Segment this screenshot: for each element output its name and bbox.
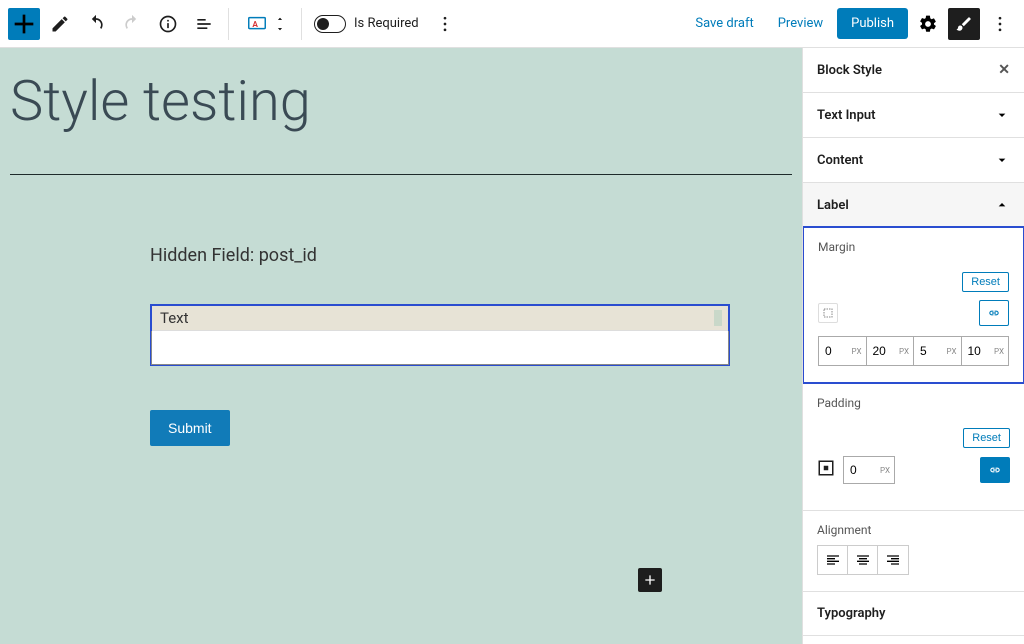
align-right-button[interactable]	[878, 546, 908, 574]
undo-button[interactable]	[80, 8, 112, 40]
text-input-block[interactable]: Text	[150, 304, 730, 366]
margin-panel-body: Margin Reset PX PX PX PX	[802, 226, 1024, 384]
sidebar-header: Block Style ✕	[803, 48, 1024, 93]
margin-reset-button[interactable]: Reset	[962, 272, 1009, 292]
box-model-icon	[817, 459, 835, 481]
more-options-icon[interactable]	[429, 8, 461, 40]
alignment-buttons	[817, 545, 909, 575]
panel-label-section[interactable]: Label	[803, 183, 1024, 227]
link-values-button[interactable]	[980, 457, 1010, 483]
align-left-button[interactable]	[818, 546, 848, 574]
settings-icon[interactable]	[912, 8, 944, 40]
toolbar-separator	[301, 8, 302, 40]
alignment-label: Alignment	[817, 523, 1010, 537]
publish-button[interactable]: Publish	[837, 8, 908, 39]
text-input-label[interactable]: Text	[152, 306, 728, 331]
panel-label: Text Input	[817, 108, 876, 123]
margin-label: Margin	[818, 240, 1009, 254]
panel-content[interactable]: Content	[803, 138, 1024, 182]
sidebar-title: Block Style	[817, 63, 882, 78]
panel-label: Typography	[817, 606, 886, 621]
move-up-down[interactable]	[273, 14, 287, 34]
margin-values-row: PX PX PX PX	[818, 336, 1009, 366]
panel-label: Content	[817, 153, 863, 168]
top-toolbar: A Is Required Save draft Preview Publish	[0, 0, 1024, 48]
hidden-field-label[interactable]: Hidden Field: post_id	[150, 245, 730, 266]
padding-panel-body: Padding Reset PX	[803, 384, 1024, 510]
add-block-button[interactable]	[8, 8, 40, 40]
chevron-up-icon	[994, 197, 1010, 213]
panel-label: Label	[817, 198, 849, 213]
margin-bottom-input[interactable]	[914, 344, 961, 358]
save-draft-button[interactable]: Save draft	[685, 10, 763, 37]
kebab-menu-icon[interactable]	[984, 8, 1016, 40]
panel-text-input[interactable]: Text Input	[803, 93, 1024, 137]
chevron-down-icon	[994, 152, 1010, 168]
text-input-field[interactable]	[151, 331, 729, 365]
margin-left-input[interactable]	[962, 344, 1009, 358]
chevron-down-icon	[994, 107, 1010, 123]
block-type-icon[interactable]: A	[243, 10, 271, 38]
submit-button[interactable]: Submit	[150, 410, 230, 446]
padding-label: Padding	[817, 396, 1010, 410]
box-model-icon	[818, 303, 838, 323]
settings-sidebar: Block Style ✕ Text Input Content Label M…	[802, 48, 1024, 644]
add-block-inline-button[interactable]	[638, 568, 662, 592]
info-icon[interactable]	[152, 8, 184, 40]
separator	[10, 174, 792, 175]
preview-button[interactable]: Preview	[768, 10, 833, 37]
panel-typography[interactable]: Typography	[803, 592, 1024, 635]
margin-right-input[interactable]	[867, 344, 914, 358]
is-required-toggle[interactable]: Is Required	[314, 15, 419, 33]
align-center-button[interactable]	[848, 546, 878, 574]
outline-icon[interactable]	[188, 8, 220, 40]
page-title[interactable]: Style testing	[10, 68, 792, 134]
padding-reset-button[interactable]: Reset	[963, 428, 1010, 448]
toolbar-separator	[228, 8, 229, 40]
toggle-track[interactable]	[314, 15, 346, 33]
alignment-panel-body: Alignment	[803, 511, 1024, 591]
margin-top-input[interactable]	[819, 344, 866, 358]
link-values-button[interactable]	[979, 300, 1009, 326]
padding-input[interactable]	[844, 463, 894, 477]
styles-icon[interactable]	[948, 8, 980, 40]
edit-icon[interactable]	[44, 8, 76, 40]
svg-text:A: A	[252, 19, 258, 29]
close-icon[interactable]: ✕	[998, 62, 1010, 78]
is-required-label: Is Required	[354, 16, 419, 31]
editor-canvas[interactable]: Style testing Hidden Field: post_id Text…	[0, 48, 802, 644]
redo-button[interactable]	[116, 8, 148, 40]
block-type-tool: A	[237, 10, 293, 38]
